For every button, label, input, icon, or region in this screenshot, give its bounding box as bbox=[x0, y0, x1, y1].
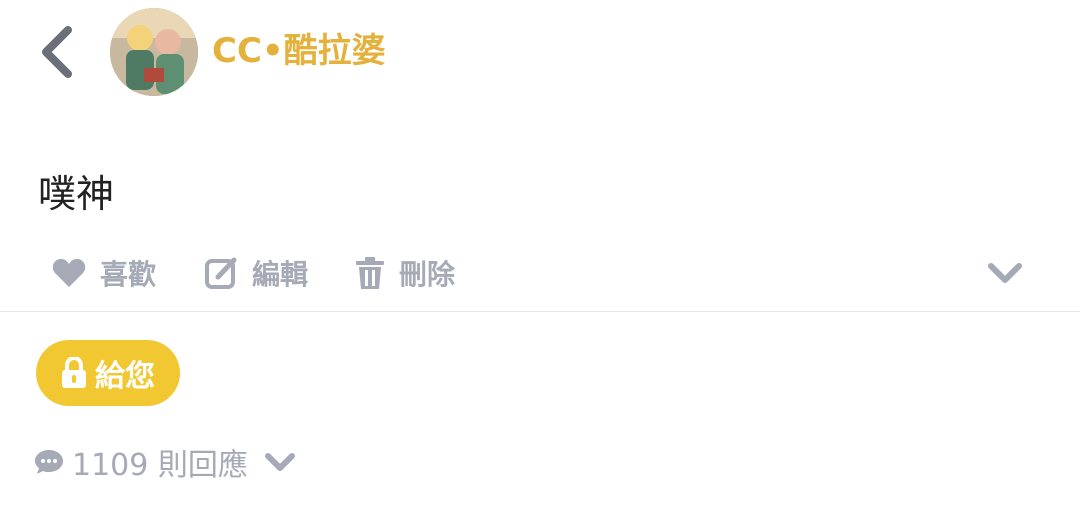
like-label: 喜歡 bbox=[100, 258, 157, 291]
chevron-down-icon bbox=[264, 453, 295, 471]
delete-label: 刪除 bbox=[399, 258, 456, 291]
back-button[interactable] bbox=[36, 24, 80, 80]
privacy-label: 給您 bbox=[95, 359, 155, 394]
edit-icon bbox=[205, 257, 237, 289]
like-button[interactable]: 喜歡 bbox=[52, 248, 156, 298]
chevron-down-icon bbox=[988, 263, 1022, 283]
user-name[interactable]: CC•酷拉婆 bbox=[212, 28, 386, 74]
more-options-button[interactable] bbox=[986, 256, 1024, 290]
trash-icon bbox=[356, 257, 384, 289]
edit-label: 編輯 bbox=[252, 258, 309, 291]
divider bbox=[0, 311, 1080, 312]
heart-icon bbox=[52, 259, 86, 287]
replies-count: 1109 則回應 bbox=[72, 448, 248, 483]
replies-toggle[interactable]: 1109 則回應 bbox=[34, 440, 296, 484]
comment-icon bbox=[35, 450, 63, 474]
avatar-image bbox=[110, 8, 198, 96]
privacy-badge[interactable]: 給您 bbox=[36, 340, 180, 406]
edit-button[interactable]: 編輯 bbox=[204, 248, 308, 298]
delete-button[interactable]: 刪除 bbox=[355, 248, 455, 298]
lock-icon bbox=[62, 357, 86, 388]
post-content: 噗神 bbox=[38, 172, 115, 216]
post-actions: 喜歡 編輯 刪除 bbox=[0, 248, 1080, 298]
chevron-left-icon bbox=[42, 26, 72, 78]
avatar[interactable] bbox=[110, 8, 198, 96]
